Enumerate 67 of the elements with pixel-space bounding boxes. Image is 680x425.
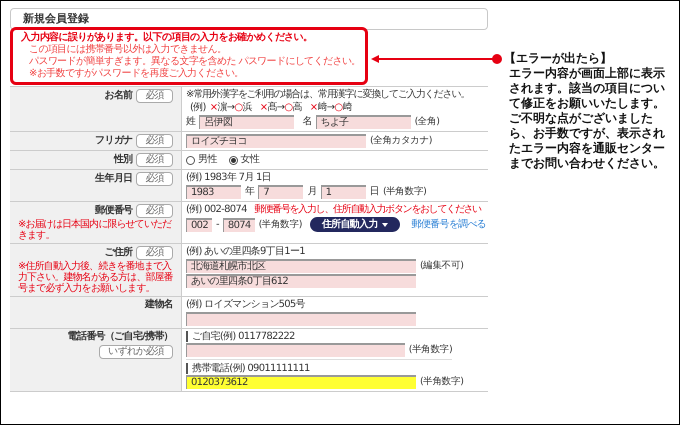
field-prefix: 姓 bbox=[186, 116, 196, 128]
unit-label: 月 bbox=[307, 186, 317, 198]
radio-button[interactable] bbox=[186, 156, 195, 164]
hint-text: (半角数字) bbox=[382, 186, 426, 198]
address-field[interactable]: 北海道札幌市北区 bbox=[186, 259, 416, 273]
hint-text: (半角数字) bbox=[420, 376, 464, 388]
text-field[interactable]: ロイズチヨコ bbox=[186, 134, 366, 148]
text-field[interactable]: 8074 bbox=[222, 218, 255, 232]
note-text: ※お届けは日本国内に限らせていただきます。 bbox=[18, 219, 173, 241]
required-badge: 必須 bbox=[136, 153, 173, 167]
hint-text: (半角数字) bbox=[408, 344, 452, 356]
separator-text: - bbox=[216, 218, 219, 230]
callout-text: エラー内容が画面上部に表示されます。該当の項目について修正をお願いいたします。ご不明な点がございましたら、お手数ですが、表示されたエラー内容を通販センターまでお問い合わせください。 bbox=[508, 66, 666, 171]
error-message: パスワードが簡単すぎます。異なる文字を含めた パスワードにしてください。 bbox=[28, 56, 357, 68]
required-badge: いずれか必須 bbox=[99, 345, 173, 359]
required-badge: 必須 bbox=[136, 172, 173, 186]
hint-text: (全角カタカナ) bbox=[370, 135, 432, 147]
example-label: (例) bbox=[190, 102, 206, 114]
text-field[interactable]: ちよ子 bbox=[316, 115, 411, 129]
radio-option[interactable]: 男性 bbox=[186, 154, 217, 166]
caret-icon bbox=[382, 222, 388, 226]
hint-text: (編集不可) bbox=[420, 260, 464, 272]
field-prefix: 名 bbox=[302, 116, 312, 128]
required-badge: 必須 bbox=[136, 204, 173, 218]
field-label: フリガナ bbox=[95, 135, 132, 147]
field-label: 郵便番号 bbox=[95, 205, 132, 217]
field-label: 電話番号（ご自宅/携帯） bbox=[68, 331, 173, 343]
error-heading: 入力内容に誤りがあります。以下の項目の入力をお確かめください。 bbox=[21, 32, 314, 44]
hint-text: 郵便番号を入力し、住所自動入力ボタンをおしてください bbox=[254, 204, 481, 216]
address-lookup-button[interactable]: 住所自動入力 bbox=[310, 217, 400, 232]
callout-heading: 【エラーが出たら】 bbox=[504, 51, 613, 66]
text-field[interactable]: 呂伊図 bbox=[199, 115, 294, 129]
hint-text: (全角) bbox=[414, 116, 440, 128]
required-badge: 必須 bbox=[136, 134, 173, 148]
text-field[interactable]: 002 bbox=[186, 218, 212, 232]
field-label: 性別 bbox=[114, 154, 132, 166]
field-label: お名前 bbox=[104, 90, 132, 102]
address-field[interactable]: あいの里四条0丁目612 bbox=[186, 274, 416, 288]
postal-lookup-link[interactable]: 郵便番号を調べる bbox=[412, 218, 486, 230]
text-field[interactable] bbox=[186, 312, 416, 326]
required-badge: 必須 bbox=[136, 246, 173, 260]
example-text: ×髙→○高 bbox=[260, 102, 302, 114]
radio-option[interactable]: 女性 bbox=[228, 154, 260, 166]
error-message: この項目には携帯番号以外は入力できません。 bbox=[28, 44, 228, 56]
example-text: ×濵→○浜 bbox=[210, 102, 252, 114]
radio-button[interactable] bbox=[228, 156, 238, 164]
required-badge: 必須 bbox=[136, 89, 173, 103]
field-label: 建物名 bbox=[145, 299, 173, 311]
hint-text: (半角数字) bbox=[258, 218, 302, 230]
example-text: (例) 002-8074 bbox=[186, 204, 247, 216]
example-text: (例) 1983年 7月 1日 bbox=[186, 172, 272, 184]
page-title: 新規会員登録 bbox=[23, 10, 89, 27]
example-text: (例) ロイズマンション505号 bbox=[186, 299, 306, 311]
unit-label: 年 bbox=[245, 186, 254, 198]
note-text: ※住所自動入力後、続きを番地まで入力下さい。建物名がある方は、部屋番号まで必ず入力をお願いします。 bbox=[18, 261, 173, 294]
field-label: ご住所 bbox=[104, 247, 132, 259]
error-message: ※お手数ですがパスワードを再度ご入力ください。 bbox=[28, 68, 245, 80]
phone-field[interactable] bbox=[186, 343, 405, 357]
field-label: 生年月日 bbox=[95, 173, 132, 185]
note-text: ※常用外漢字をご利用の場合は、常用漢字に変換してご入力ください。 bbox=[186, 89, 470, 101]
example-text: (例) あいの里四条9丁目1ー1 bbox=[186, 246, 306, 258]
unit-label: 日 bbox=[370, 186, 379, 198]
text-field[interactable]: 7 bbox=[258, 185, 304, 199]
example-text: ×﨑→○崎 bbox=[310, 102, 352, 114]
text-field[interactable]: 1983 bbox=[186, 185, 241, 199]
text-field[interactable]: 1 bbox=[320, 185, 366, 199]
phone-field[interactable]: 0120373612 bbox=[186, 375, 416, 389]
